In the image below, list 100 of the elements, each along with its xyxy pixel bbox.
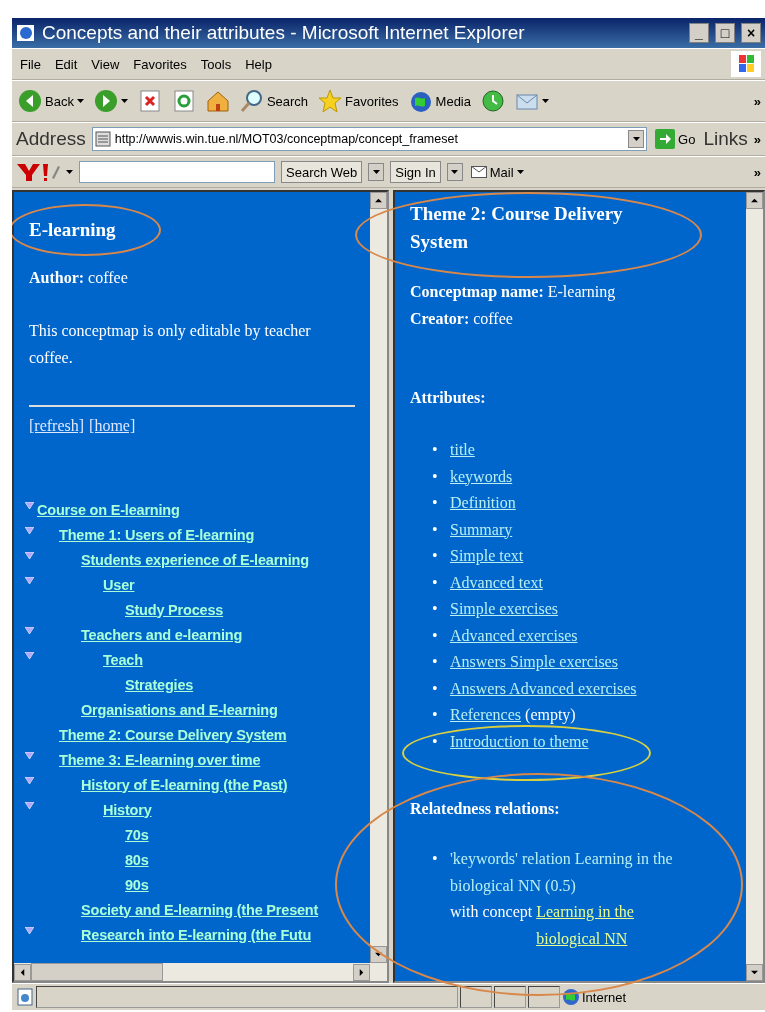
expanded-triangle-icon[interactable] [25,752,34,759]
attribute-link[interactable]: Answers Simple exercises [450,649,618,676]
tree-link[interactable]: User [103,576,135,593]
search-web-button[interactable]: Search Web [281,161,363,183]
caret-icon [372,170,380,174]
page-link[interactable]: [home] [89,417,136,434]
tree-link[interactable]: 90s [125,876,149,893]
chevron-button[interactable]: » [753,131,761,147]
menu-item[interactable]: Edit [50,56,82,72]
status-panel [494,986,526,1008]
page-link[interactable]: [refresh] [29,417,85,434]
scroll-up-button[interactable] [746,192,763,209]
expanded-triangle-icon[interactable] [25,802,34,809]
tree-link[interactable]: Strategies [125,676,194,693]
horizontal-scrollbar[interactable] [14,963,387,981]
window-title: Concepts and their attributes - Microsoft Internet Explorer [42,22,526,44]
menu-item[interactable]: Tools [196,56,236,72]
tree-link[interactable]: 70s [125,826,149,843]
tree-link[interactable]: Theme 3: E-learning over time [59,751,261,768]
window-control-button[interactable]: □ [715,23,735,43]
tree-link[interactable]: Course on E-learning [37,501,180,518]
attribute-link[interactable]: Advanced text [450,569,543,596]
expanded-triangle-icon[interactable] [25,652,34,659]
dropdown-button[interactable] [446,163,463,181]
expanded-triangle-icon[interactable] [25,502,34,509]
attribute-link[interactable]: Simple text [450,543,524,570]
attribute-link[interactable]: keywords [450,463,513,490]
search-field[interactable] [79,161,275,183]
expanded-triangle-icon[interactable] [25,552,34,559]
caret-icon [632,137,640,141]
scroll-left-button[interactable] [14,963,31,981]
attribute-link[interactable]: Answers Advanced exercises [450,675,637,702]
tree-link[interactable]: 80s [125,851,149,868]
bullet: • [432,572,439,593]
caret-icon [120,99,128,103]
back-button[interactable]: Back [16,89,86,113]
refresh-icon [171,89,196,113]
attribute-link[interactable]: Summary [450,516,513,543]
bullet: • [432,625,439,646]
favorites-button[interactable]: Favorites [316,89,401,113]
tree-link[interactable]: History of E-learning (the Past) [81,776,288,793]
go-button[interactable]: Go [653,129,698,149]
tree-link[interactable]: Teachers and e-learning [81,626,243,643]
tree-link[interactable]: Organisations and E-learning [81,701,278,718]
dropdown-button[interactable] [628,130,645,148]
media-button[interactable]: Media [406,89,473,113]
address-field[interactable]: http://wwwis.win.tue.nl/MOT03/conceptmap/concept_frameset [91,127,648,151]
history-button[interactable] [479,89,507,113]
menu-item[interactable]: Favorites [129,56,191,72]
history-icon [481,89,505,113]
bullet: • [432,678,439,699]
chevron-button[interactable]: » [753,93,761,109]
dropdown-button[interactable] [368,163,385,181]
tree-link[interactable]: Research into E-learning (the Futu [81,926,312,943]
concept-link[interactable]: Learning in the biological NN [536,899,687,952]
expanded-triangle-icon[interactable] [25,577,34,584]
window-control-button[interactable]: × [741,23,761,43]
sign-in-button[interactable]: Sign In [390,161,441,183]
bullet: • [432,546,439,566]
tree-link[interactable]: Study Process [125,601,224,618]
page-icon [94,131,111,147]
menu-item[interactable]: Help [241,56,276,72]
address-label: Address [16,128,86,150]
tree-link[interactable]: Teach [103,651,143,668]
scroll-right-button[interactable] [353,963,370,981]
scroll-arrow-icon [358,968,365,976]
expanded-triangle-icon[interactable] [25,927,34,934]
status-panel [460,986,492,1008]
menu-item[interactable]: File [16,56,45,72]
attribute-link[interactable]: Simple exercises [450,596,558,623]
chevron-button[interactable]: » [753,164,761,180]
scroll-thumb[interactable] [31,963,163,981]
search-button[interactable]: Search [237,89,311,113]
stop-icon [137,89,162,113]
expanded-triangle-icon[interactable] [25,627,34,634]
concept-prefix: with concept [450,903,533,920]
relatedness-heading: Relatedness relations: [410,799,561,819]
expanded-triangle-icon[interactable] [25,777,34,784]
attribute-link[interactable]: Advanced exercises [450,622,578,649]
tree-link[interactable]: Students experience of E-learning [81,551,309,568]
attribute-link[interactable]: title [450,437,475,464]
bullet: • [432,493,439,513]
editable-note: This conceptmap is only editable by teacher coffee. [29,321,312,368]
window-control-button[interactable]: _ [689,23,709,43]
tree-link[interactable]: Society and E-learning (the Present [81,901,319,918]
empty-note: (empty) [524,705,576,726]
browser-logo-icon [16,23,36,43]
attribute-link[interactable]: Introduction to theme [450,728,589,755]
scroll-down-button[interactable] [746,964,763,981]
attribute-link[interactable]: References [450,702,522,729]
menu-item[interactable]: View [87,56,124,72]
expanded-triangle-icon[interactable] [25,527,34,534]
attribute-link[interactable]: Definition [450,490,516,517]
tree-link[interactable]: Theme 1: Users of E-learning [59,526,255,543]
tree-link[interactable]: Theme 2: Course Delivery System [59,726,287,743]
caret-icon [542,99,549,103]
scroll-arrow-icon [19,968,26,976]
vertical-scrollbar[interactable] [746,192,763,981]
tree-link[interactable]: History [103,801,152,818]
mail-button[interactable]: Mail [468,164,526,180]
